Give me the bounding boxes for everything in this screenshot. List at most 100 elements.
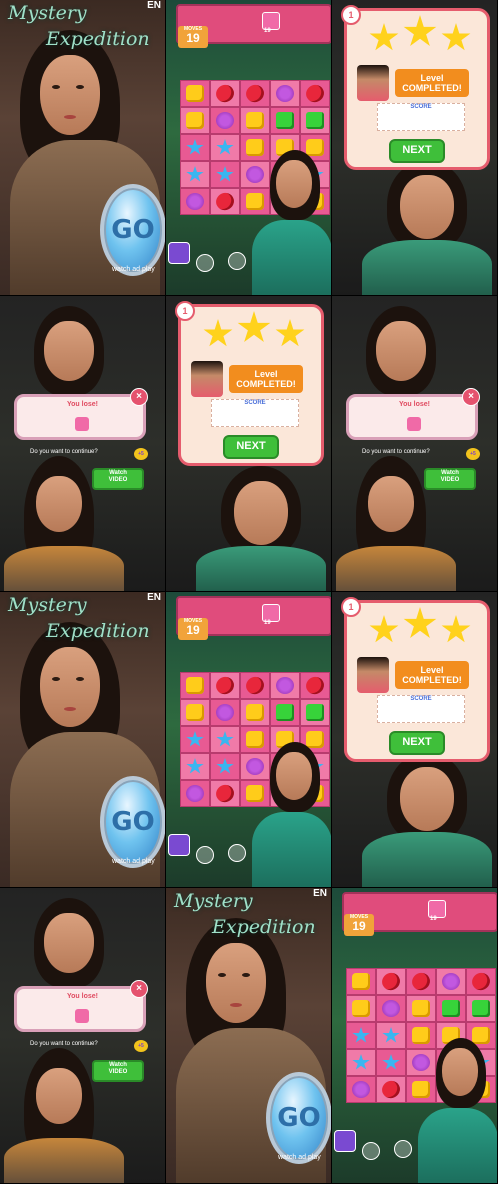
level-completed-badge: Level COMPLETED! xyxy=(395,661,469,689)
avatar xyxy=(357,657,389,693)
language-tag[interactable]: EN xyxy=(147,0,161,11)
watch-video-button[interactable]: Watch VIDEO xyxy=(424,468,476,490)
watch-line1: Watch xyxy=(109,1062,127,1068)
booster-bubble-2[interactable] xyxy=(394,1140,412,1158)
continue-question: Do you want to continue? xyxy=(362,449,430,455)
avatar xyxy=(357,65,389,101)
game-screen: 19 MOVES 19 xyxy=(166,592,332,888)
title-screen: Mystery Expedition EN GO watch ad play xyxy=(0,592,166,888)
level-completed-line1: Level xyxy=(420,665,444,675)
target-count: 19 xyxy=(430,916,437,922)
you-lose-screen: You lose! × Do you want to continue? +5 … xyxy=(0,296,166,592)
level-complete-screen: 1 Level COMPLETED! SCORE NEXT xyxy=(332,0,498,296)
target-count: 19 xyxy=(264,620,271,626)
level-number-badge: 1 xyxy=(341,5,361,25)
level-completed-line1: Level xyxy=(254,369,278,379)
you-lose-panel: You lose! xyxy=(346,394,478,440)
score-box: SCORE xyxy=(377,103,465,131)
watch-line1: Watch xyxy=(109,470,127,476)
star-icon-3 xyxy=(441,23,471,51)
star-icon-1 xyxy=(369,23,399,51)
score-box: SCORE xyxy=(211,399,299,427)
level-complete-screen: 1 Level COMPLETED! SCORE NEXT xyxy=(166,296,332,592)
score-box: SCORE xyxy=(377,695,465,723)
you-lose-title: You lose! xyxy=(399,401,430,408)
bonus-moves-badge: +5 xyxy=(134,1040,148,1052)
rainbow-booster-icon[interactable] xyxy=(168,242,190,264)
moves-counter: MOVES 19 xyxy=(178,26,208,48)
star-icon-1 xyxy=(203,319,233,347)
star-icon-1 xyxy=(369,615,399,643)
title-line1: Mystery xyxy=(8,2,87,24)
title-line2: Expedition xyxy=(46,620,150,642)
title-screen: Mystery Expedition EN GO watch ad play xyxy=(166,888,332,1184)
rainbow-booster-icon[interactable] xyxy=(334,1130,356,1152)
you-lose-screen: You lose! × Do you want to continue? +5 … xyxy=(332,296,498,592)
avatar xyxy=(191,361,223,397)
watch-ad-play-label: watch ad play xyxy=(278,1154,321,1161)
star-icon-2 xyxy=(237,311,271,342)
star-icon-2 xyxy=(403,15,437,46)
moves-counter: MOVES 19 xyxy=(178,618,208,640)
watch-ad-play-label: watch ad play xyxy=(112,858,155,865)
level-complete-panel: 1 Level COMPLETED! SCORE NEXT xyxy=(341,597,490,762)
level-number-badge: 1 xyxy=(175,301,195,321)
level-completed-line2: COMPLETED! xyxy=(402,83,462,93)
screenshot-grid: Mystery Expedition EN GO watch ad play 1… xyxy=(0,0,498,1184)
you-lose-screen: You lose! × Do you want to continue? +5 … xyxy=(0,888,166,1184)
target-candy-icon xyxy=(75,1009,89,1023)
go-button[interactable]: GO xyxy=(266,1072,331,1164)
close-button[interactable]: × xyxy=(130,388,148,406)
next-button[interactable]: NEXT xyxy=(389,139,445,163)
booster-bubble-1[interactable] xyxy=(196,254,214,272)
continue-question: Do you want to continue? xyxy=(30,1041,98,1047)
moves-value: 19 xyxy=(352,919,366,933)
level-complete-screen: 1 Level COMPLETED! SCORE NEXT xyxy=(332,592,498,888)
level-completed-badge: Level COMPLETED! xyxy=(395,69,469,97)
star-icon-3 xyxy=(275,319,305,347)
title-screen: Mystery Expedition EN GO watch ad play xyxy=(0,0,166,296)
close-button[interactable]: × xyxy=(462,388,480,406)
language-tag[interactable]: EN xyxy=(147,592,161,603)
you-lose-panel: You lose! xyxy=(14,986,146,1032)
title-line1: Mystery xyxy=(8,594,87,616)
target-candy-icon xyxy=(407,417,421,431)
title-line2: Expedition xyxy=(46,28,150,50)
watch-video-button[interactable]: Watch VIDEO xyxy=(92,468,144,490)
score-label: SCORE xyxy=(410,696,432,702)
watch-line2: VIDEO xyxy=(108,1069,128,1075)
game-screen: 19 MOVES 19 xyxy=(166,0,332,296)
go-button[interactable]: GO xyxy=(100,184,165,276)
watch-line1: Watch xyxy=(441,470,459,476)
booster-bubble-1[interactable] xyxy=(196,846,214,864)
next-button[interactable]: NEXT xyxy=(223,435,279,459)
score-label: SCORE xyxy=(244,400,266,406)
title-line2: Expedition xyxy=(212,916,316,938)
watch-video-button[interactable]: Watch VIDEO xyxy=(92,1060,144,1082)
rainbow-booster-icon[interactable] xyxy=(168,834,190,856)
moves-value: 19 xyxy=(186,623,200,637)
watch-line2: VIDEO xyxy=(108,477,128,483)
language-tag[interactable]: EN xyxy=(313,888,327,899)
booster-bubble-1[interactable] xyxy=(362,1142,380,1160)
star-icon-2 xyxy=(403,607,437,638)
booster-bubble-2[interactable] xyxy=(228,252,246,270)
bonus-moves-badge: +5 xyxy=(466,448,480,460)
watch-ad-play-label: watch ad play xyxy=(112,266,155,273)
continue-question: Do you want to continue? xyxy=(30,449,98,455)
next-button[interactable]: NEXT xyxy=(389,731,445,755)
score-label: SCORE xyxy=(410,104,432,110)
level-completed-badge: Level COMPLETED! xyxy=(229,365,303,393)
go-button[interactable]: GO xyxy=(100,776,165,868)
you-lose-title: You lose! xyxy=(67,993,98,1000)
game-screen: 19 MOVES 19 xyxy=(332,888,498,1184)
moves-counter: MOVES 19 xyxy=(344,914,374,936)
level-completed-line2: COMPLETED! xyxy=(236,379,296,389)
target-count: 19 xyxy=(264,28,271,34)
booster-bubble-2[interactable] xyxy=(228,844,246,862)
star-icon-3 xyxy=(441,615,471,643)
you-lose-title: You lose! xyxy=(67,401,98,408)
moves-value: 19 xyxy=(186,31,200,45)
close-button[interactable]: × xyxy=(130,980,148,998)
level-completed-line1: Level xyxy=(420,73,444,83)
